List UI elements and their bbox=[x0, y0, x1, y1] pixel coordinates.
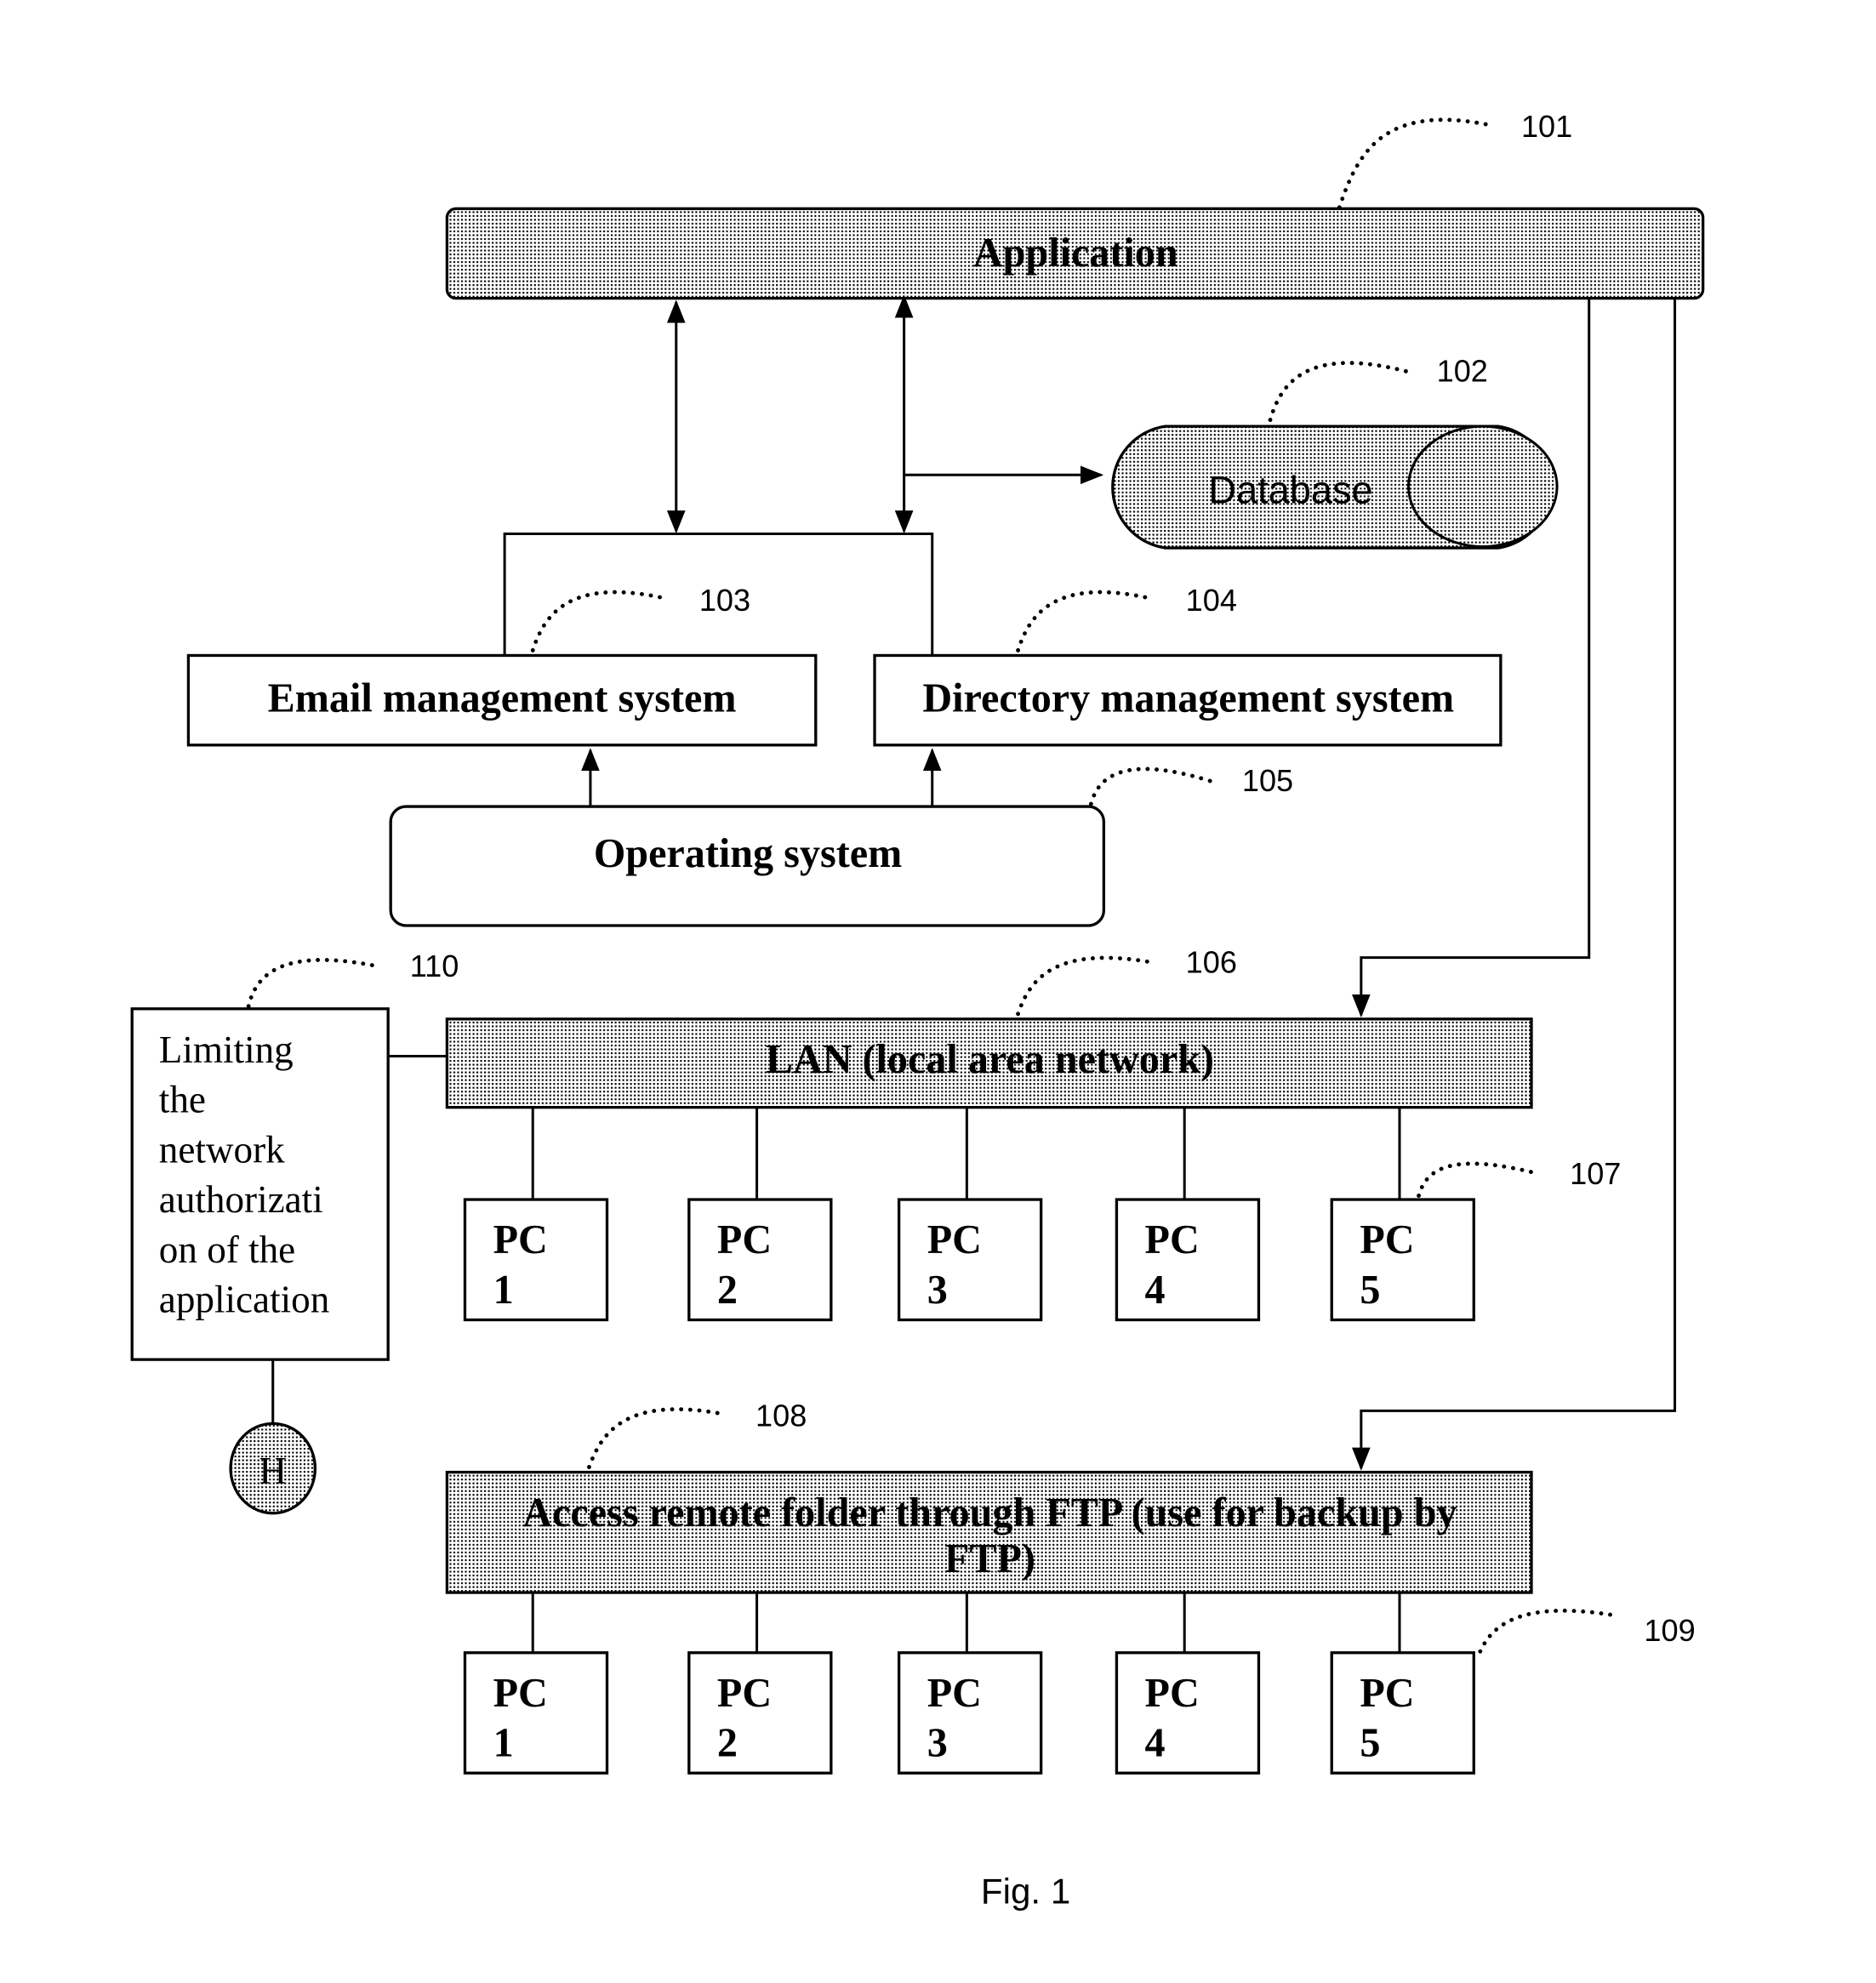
pc-label: PC bbox=[493, 1671, 548, 1716]
pc-number: 3 bbox=[927, 1721, 948, 1766]
pc-label: PC bbox=[717, 1217, 772, 1262]
pc-node: PC 2 bbox=[687, 1107, 833, 1322]
system-diagram: Application 101 Database 102 Email manag… bbox=[130, 109, 1705, 1912]
directory-label: Directory management system bbox=[922, 676, 1454, 721]
ref-107: 107 bbox=[1570, 1156, 1621, 1191]
pc-node: PC 4 bbox=[1115, 1107, 1261, 1322]
pc-node: PC 3 bbox=[897, 1107, 1043, 1322]
ref-105: 105 bbox=[1242, 763, 1293, 798]
limit-block: Limiting the network authorizati on of t… bbox=[130, 1007, 390, 1361]
email-block: Email management system bbox=[186, 653, 818, 747]
ref-102: 102 bbox=[1437, 353, 1488, 388]
pc-label: PC bbox=[927, 1671, 982, 1716]
leader-101 bbox=[1337, 117, 1494, 210]
leader-108 bbox=[587, 1407, 728, 1469]
os-label: Operating system bbox=[594, 831, 902, 876]
ref-110: 110 bbox=[410, 949, 459, 983]
leader-102 bbox=[1268, 361, 1408, 422]
ref-109: 109 bbox=[1644, 1613, 1695, 1648]
limit-line: Limiting bbox=[159, 1029, 294, 1071]
ftp-label-line2: FTP) bbox=[944, 1536, 1035, 1581]
pc-label: PC bbox=[493, 1217, 548, 1262]
pc-label: PC bbox=[717, 1671, 772, 1716]
pc-node: PC 5 bbox=[1330, 1107, 1475, 1322]
pc-node: PC 2 bbox=[687, 1593, 833, 1775]
lan-pc-row: PC 1 PC 2 PC 3 PC 4 PC 5 bbox=[463, 1107, 1475, 1322]
ftp-pc-row: PC 1 PC 2 PC 3 PC 4 PC 5 bbox=[463, 1593, 1475, 1775]
pc-node: PC 1 bbox=[463, 1107, 609, 1322]
pc-number: 3 bbox=[927, 1268, 948, 1313]
ref-104: 104 bbox=[1186, 583, 1237, 618]
pc-number: 4 bbox=[1145, 1268, 1166, 1313]
pc-number: 5 bbox=[1360, 1721, 1380, 1766]
pc-number: 2 bbox=[717, 1268, 738, 1313]
hub-node: H bbox=[229, 1422, 317, 1515]
figure-caption: Fig. 1 bbox=[981, 1872, 1070, 1912]
pc-label: PC bbox=[927, 1217, 982, 1262]
limit-line: application bbox=[159, 1278, 330, 1320]
pc-label: PC bbox=[1145, 1217, 1200, 1262]
pc-label: PC bbox=[1145, 1671, 1200, 1716]
pc-number: 2 bbox=[717, 1721, 738, 1766]
application-label: Application bbox=[973, 231, 1178, 276]
lan-block: LAN (local area network) bbox=[445, 1017, 1533, 1109]
pc-number: 4 bbox=[1145, 1721, 1166, 1766]
database-block: Database bbox=[1111, 425, 1559, 550]
leader-109 bbox=[1478, 1608, 1618, 1654]
application-block: Application bbox=[445, 207, 1705, 300]
pc-node: PC 5 bbox=[1330, 1593, 1475, 1775]
hub-label: H bbox=[259, 1450, 287, 1492]
leader-110 bbox=[246, 958, 382, 1009]
limit-line: authorizati bbox=[159, 1178, 323, 1221]
ref-103: 103 bbox=[699, 583, 750, 618]
ref-101: 101 bbox=[1521, 109, 1572, 144]
leader-103 bbox=[530, 590, 671, 652]
limit-line: network bbox=[159, 1128, 285, 1171]
ref-106: 106 bbox=[1186, 945, 1237, 980]
pc-number: 5 bbox=[1360, 1268, 1380, 1313]
os-block: Operating system bbox=[389, 805, 1106, 927]
leader-105 bbox=[1088, 766, 1212, 806]
ref-108: 108 bbox=[756, 1398, 807, 1433]
lan-label: LAN (local area network) bbox=[766, 1037, 1214, 1082]
ftp-block: Access remote folder through FTP (use fo… bbox=[445, 1470, 1533, 1594]
leader-106 bbox=[1016, 955, 1156, 1017]
database-label: Database bbox=[1208, 468, 1372, 511]
ftp-label-line1: Access remote folder through FTP (use fo… bbox=[522, 1490, 1457, 1536]
email-label: Email management system bbox=[268, 676, 737, 721]
pc-node: PC 4 bbox=[1115, 1593, 1261, 1775]
limit-line: the bbox=[159, 1079, 206, 1121]
pc-label: PC bbox=[1360, 1671, 1414, 1716]
pc-number: 1 bbox=[493, 1721, 514, 1766]
pc-number: 1 bbox=[493, 1268, 514, 1313]
leader-104 bbox=[1016, 590, 1156, 652]
leader-107 bbox=[1417, 1161, 1542, 1198]
pc-node: PC 3 bbox=[897, 1593, 1043, 1775]
limit-line: on of the bbox=[159, 1228, 295, 1271]
pc-label: PC bbox=[1360, 1217, 1414, 1262]
pc-node: PC 1 bbox=[463, 1593, 609, 1775]
directory-block: Directory management system bbox=[873, 653, 1503, 747]
